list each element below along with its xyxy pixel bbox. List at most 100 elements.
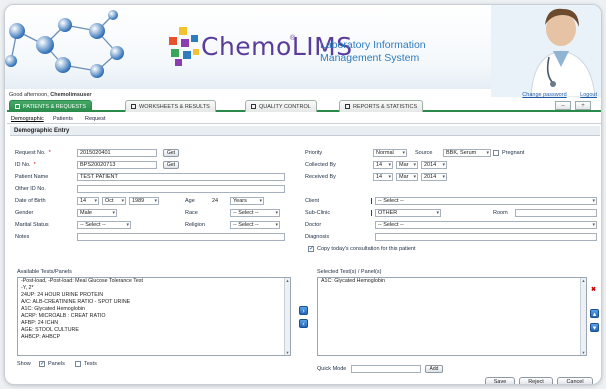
- username: Chemolimsuser: [50, 92, 92, 98]
- scroll-down-icon[interactable]: ▼: [581, 350, 586, 355]
- collected-day-select[interactable]: 14: [373, 161, 393, 169]
- subtab-patients[interactable]: Patients: [53, 116, 73, 122]
- collected-year-select[interactable]: 2014: [421, 161, 447, 169]
- quick-mode-label: Quick Mode: [317, 366, 347, 372]
- sub-clinic-select[interactable]: OTHER: [375, 209, 441, 217]
- get-id-button[interactable]: Get: [163, 161, 179, 169]
- subtab-request[interactable]: Request: [85, 116, 106, 122]
- required-bar: [371, 198, 372, 204]
- list-item[interactable]: AFBP: 24 ICHN: [18, 320, 290, 327]
- room-label: Room: [493, 210, 508, 216]
- required-marker: *: [33, 162, 36, 168]
- scroll-down-icon[interactable]: ▼: [285, 350, 290, 355]
- source-select[interactable]: BBK, Serum: [443, 149, 491, 157]
- minimize-button[interactable]: –: [555, 101, 571, 110]
- app-logo: ChemoLIMS ® Laboratory Information Manag…: [165, 25, 475, 75]
- tab-worksheets-results[interactable]: WORKSHEETS & RESULTS: [125, 100, 216, 112]
- subtab-demographic[interactable]: Demographic: [11, 116, 44, 122]
- collected-month-select[interactable]: Mar: [396, 161, 418, 169]
- copy-consultation-label: Copy today's consultation for this patie…: [317, 246, 416, 252]
- id-no-field[interactable]: BPS20020713: [77, 161, 157, 169]
- dob-month-select[interactable]: Oct: [102, 197, 126, 205]
- account-links: Change password Logout: [510, 92, 597, 98]
- tab-quality-control[interactable]: QUALITY CONTROL: [245, 100, 317, 112]
- tab-icon: [131, 104, 136, 109]
- change-password-link[interactable]: Change password: [522, 92, 566, 98]
- age-unit-select[interactable]: Years: [230, 197, 264, 205]
- list-item[interactable]: ACRP: MICROALB : CREAT RATIO: [18, 313, 290, 320]
- scrollbar[interactable]: ▲ ▼: [580, 278, 586, 355]
- add-button[interactable]: Add: [425, 365, 443, 373]
- scrollbar[interactable]: ▲ ▼: [284, 278, 290, 355]
- logo-cubes-icon: [169, 27, 199, 66]
- request-no-label: Request No. *: [15, 150, 51, 156]
- label-text: ID No.: [15, 162, 31, 168]
- move-up-button[interactable]: ▴: [590, 309, 599, 318]
- logout-link[interactable]: Logout: [580, 92, 597, 98]
- client-label: Client: [305, 198, 320, 204]
- remove-from-selected-button[interactable]: ‹: [299, 319, 308, 328]
- list-item[interactable]: AGE: STOOL CULTURE: [18, 327, 290, 334]
- reject-button[interactable]: Reject: [519, 377, 553, 384]
- list-item[interactable]: -Y, 2*: [18, 285, 290, 292]
- pregnant-checkbox[interactable]: [493, 150, 499, 156]
- religion-select[interactable]: -- Select --: [230, 221, 280, 229]
- cancel-button[interactable]: Cancel: [557, 377, 593, 384]
- quick-mode-field[interactable]: [351, 365, 421, 373]
- delete-icon[interactable]: ✖: [591, 286, 596, 293]
- client-select[interactable]: -- Select --: [375, 197, 597, 205]
- dob-day-select[interactable]: 14: [77, 197, 99, 205]
- copy-consultation-checkbox[interactable]: [308, 245, 314, 252]
- list-item[interactable]: A/C: ALB-CREATININE RATIO - SPOT URINE: [18, 299, 290, 306]
- get-request-button[interactable]: Get: [163, 149, 179, 157]
- required-bar: [371, 210, 372, 216]
- show-tests-checkbox[interactable]: [75, 361, 81, 367]
- registered-mark: ®: [290, 35, 296, 42]
- diagnosis-field[interactable]: [375, 233, 597, 241]
- scroll-up-icon[interactable]: ▲: [581, 278, 586, 283]
- doctor-label: Doctor: [305, 222, 322, 228]
- list-item[interactable]: -Post-load, -Post-load: Meal Glucose Tol…: [18, 278, 290, 285]
- tab-reports-statistics[interactable]: REPORTS & STATISTICS: [339, 100, 424, 112]
- other-id-field[interactable]: [77, 185, 285, 193]
- scroll-up-icon[interactable]: ▲: [285, 278, 290, 283]
- room-field[interactable]: [515, 209, 597, 217]
- status-line: Good afternoon, Chemolimsuser Change pas…: [5, 91, 601, 100]
- patient-name-field[interactable]: TEST PATIENT: [77, 173, 285, 181]
- race-select[interactable]: -- Select --: [230, 209, 280, 217]
- list-item[interactable]: AHBCP: AHBCP: [18, 334, 290, 341]
- age-value: 24: [209, 197, 225, 205]
- received-year-select[interactable]: 2014: [421, 173, 447, 181]
- maximize-button[interactable]: +: [575, 101, 591, 110]
- marital-status-select[interactable]: -- Select --: [77, 221, 131, 229]
- race-label: Race: [185, 210, 198, 216]
- add-to-selected-button[interactable]: ›: [299, 306, 308, 315]
- tab-patients-requests[interactable]: PATIENTS & REQUESTS: [9, 100, 93, 112]
- gender-select[interactable]: Male: [77, 209, 117, 217]
- list-item[interactable]: 24UP: 24 HOUR URINE PROTEIN: [18, 292, 290, 299]
- move-down-button[interactable]: ▾: [590, 323, 599, 332]
- tests-label: Tests: [84, 361, 97, 367]
- save-button[interactable]: Save: [485, 377, 515, 384]
- tab-label: QUALITY CONTROL: [259, 104, 311, 110]
- selected-tests-list[interactable]: A1C: Glycated Hemoglobin ▲ ▼: [317, 277, 587, 356]
- religion-label: Religion: [185, 222, 205, 228]
- list-item[interactable]: A1C: Glycated Hemoglobin: [318, 278, 586, 285]
- received-day-select[interactable]: 14: [373, 173, 393, 181]
- tab-label: REPORTS & STATISTICS: [353, 104, 418, 110]
- priority-select[interactable]: Normal: [373, 149, 407, 157]
- priority-label: Priority: [305, 150, 323, 156]
- app-tagline: Laboratory Information Management System: [320, 39, 426, 64]
- label-text: Request No.: [15, 150, 46, 156]
- received-by-label: Received By: [305, 174, 336, 180]
- notes-field[interactable]: [77, 233, 285, 241]
- request-no-field[interactable]: 2015020401: [77, 149, 157, 157]
- received-month-select[interactable]: Mar: [396, 173, 418, 181]
- doctor-select[interactable]: -- Select --: [375, 221, 597, 229]
- list-item[interactable]: A1C: Glycated Hemoglobin: [18, 306, 290, 313]
- gender-label: Gender: [15, 210, 34, 216]
- available-tests-list[interactable]: -Post-load, -Post-load: Meal Glucose Tol…: [17, 277, 291, 356]
- age-label: Age: [185, 198, 195, 204]
- dob-year-select[interactable]: 1989: [129, 197, 159, 205]
- show-panels-checkbox[interactable]: [39, 360, 45, 367]
